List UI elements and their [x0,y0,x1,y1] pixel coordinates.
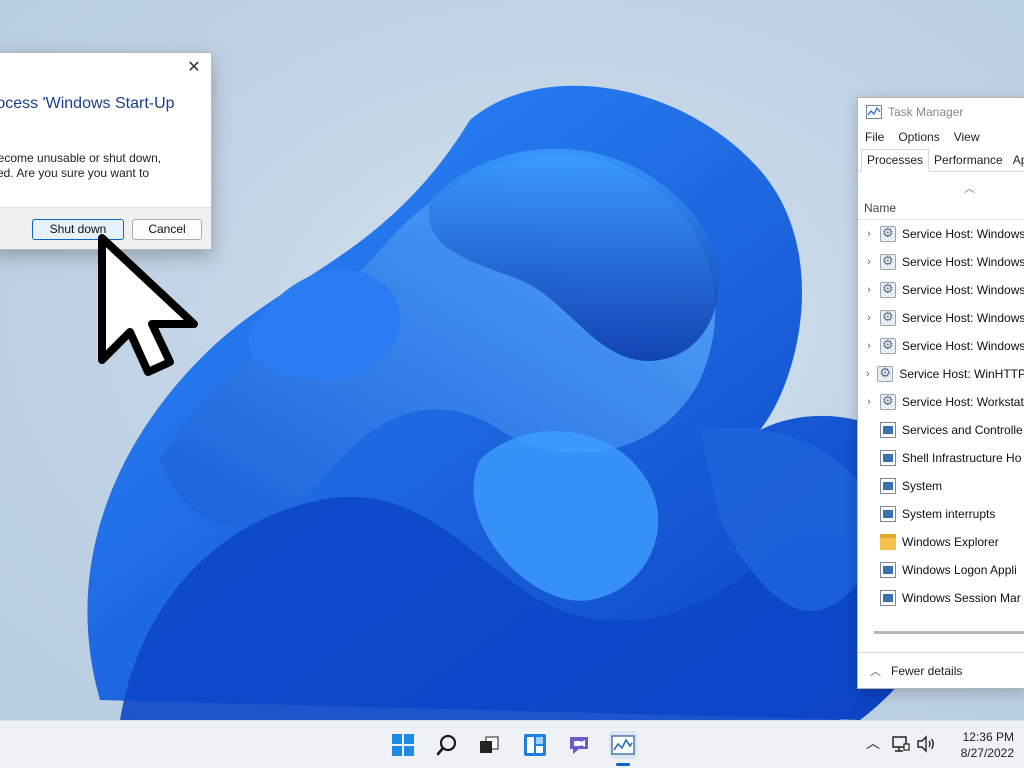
chevron-right-icon[interactable]: › [858,284,880,296]
gear-icon [880,337,896,354]
process-row[interactable]: Windows Session Mar [858,584,1024,612]
task-view-icon[interactable] [475,731,503,759]
fewer-details-button[interactable]: ︿ Fewer details [858,652,1024,688]
horizontal-scrollbar[interactable] [874,631,1024,634]
clock[interactable]: 12:36 PM 8/27/2022 [944,729,1014,761]
window-icon [880,450,896,466]
gear-icon [880,281,896,298]
process-row[interactable]: System interrupts [858,500,1024,528]
window-icon [880,422,896,438]
process-row[interactable]: Services and Controlle [858,416,1024,444]
volume-icon[interactable] [916,735,936,753]
chevron-right-icon[interactable]: › [858,396,880,408]
process-row[interactable]: › Service Host: Windows [858,248,1024,276]
gear-icon [880,309,896,326]
menu-view[interactable]: View [954,130,980,144]
menu-options[interactable]: Options [898,130,939,144]
process-name: Service Host: Workstat [902,395,1024,409]
process-row[interactable]: › Service Host: Windows [858,304,1024,332]
chevron-up-icon: ︿ [870,665,881,678]
tab-processes[interactable]: Processes [861,149,930,172]
tab-strip: Processes Performance Ap [858,148,1024,172]
process-row[interactable]: › Service Host: Windows [858,220,1024,248]
start-icon[interactable] [389,731,417,759]
process-row[interactable]: Shell Infrastructure Ho [858,444,1024,472]
tab-performance[interactable]: Performance [929,150,1008,171]
process-name: Service Host: Windows [902,227,1024,241]
dialog-footer-text: n. [0,222,1,236]
clock-date: 8/27/2022 [960,746,1014,760]
tab-app-history[interactable]: Ap [1008,150,1024,171]
dialog-message-line2: ved. Are you sure you want to [0,166,150,180]
dialog-message: become unusable or shut down, ved. Are y… [0,151,191,181]
process-name: Service Host: WinHTTP [899,367,1024,381]
mouse-pointer-icon [98,234,198,376]
process-name: Service Host: Windows [902,283,1024,297]
gear-icon [877,365,894,382]
process-row[interactable]: System [858,472,1024,500]
window-icon [880,590,896,606]
process-name: Shell Infrastructure Ho [902,451,1022,465]
menu-file[interactable]: File [865,130,884,144]
process-name: Service Host: Windows [902,255,1024,269]
task-manager-icon [866,105,882,119]
task-manager-title: Task Manager [888,105,964,119]
process-row[interactable]: › Service Host: Workstat [858,388,1024,416]
chevron-right-icon[interactable]: › [858,340,880,352]
dialog-title: rocess 'Windows Start-Up [0,95,175,112]
chat-icon[interactable] [565,731,593,759]
task-manager-window: Task Manager File Options View Processes… [857,97,1024,689]
widgets-icon[interactable] [521,731,549,759]
gear-icon [880,393,896,410]
folder-icon [880,534,896,550]
end-process-dialog: ✕ rocess 'Windows Start-Up become unusab… [0,52,212,250]
process-name: Windows Logon Appli [902,563,1017,577]
process-name: Service Host: Windows [902,311,1024,325]
sort-indicator-row: ︿ [858,172,1024,200]
fewer-details-label: Fewer details [891,663,963,678]
chevron-right-icon[interactable]: › [858,228,880,240]
process-row[interactable]: › Service Host: Windows [858,276,1024,304]
process-name: System [902,479,943,493]
sort-up-icon[interactable]: ︿ [964,180,975,196]
process-row[interactable]: Windows Logon Appli [858,556,1024,584]
chevron-right-icon[interactable]: › [858,256,880,268]
chevron-up-icon[interactable]: ︿ [866,733,880,753]
task-manager-titlebar: Task Manager [858,98,1024,126]
process-list: › Service Host: Windows › Service Host: Win… [858,220,1024,612]
active-app-indicator [616,763,630,766]
menu-bar: File Options View [858,126,1024,148]
process-row[interactable]: › Service Host: WinHTTP [858,360,1024,388]
gear-icon [880,225,896,242]
search-icon[interactable] [433,731,461,759]
process-row[interactable]: Windows Explorer [858,528,1024,556]
column-header-name[interactable]: Name [858,200,1024,220]
clock-time: 12:36 PM [962,730,1014,744]
window-icon [880,506,896,522]
chevron-right-icon[interactable]: › [858,368,877,380]
process-name: Windows Explorer [902,535,999,549]
task-manager-taskbar-icon[interactable] [609,731,637,759]
gear-icon [880,253,896,270]
window-icon [880,562,896,578]
window-icon [880,478,896,494]
process-name: Services and Controlle [902,423,1023,437]
taskbar: ︿ 12:36 PM 8/27/2022 [0,720,1024,768]
network-icon[interactable] [892,735,910,753]
dialog-message-line1: become unusable or shut down, [0,151,162,165]
process-name: System interrupts [902,507,996,521]
chevron-right-icon[interactable]: › [858,312,880,324]
process-name: Windows Session Mar [902,591,1021,605]
process-name: Service Host: Windows [902,339,1024,353]
process-row[interactable]: › Service Host: Windows [858,332,1024,360]
close-icon[interactable]: ✕ [185,59,203,77]
